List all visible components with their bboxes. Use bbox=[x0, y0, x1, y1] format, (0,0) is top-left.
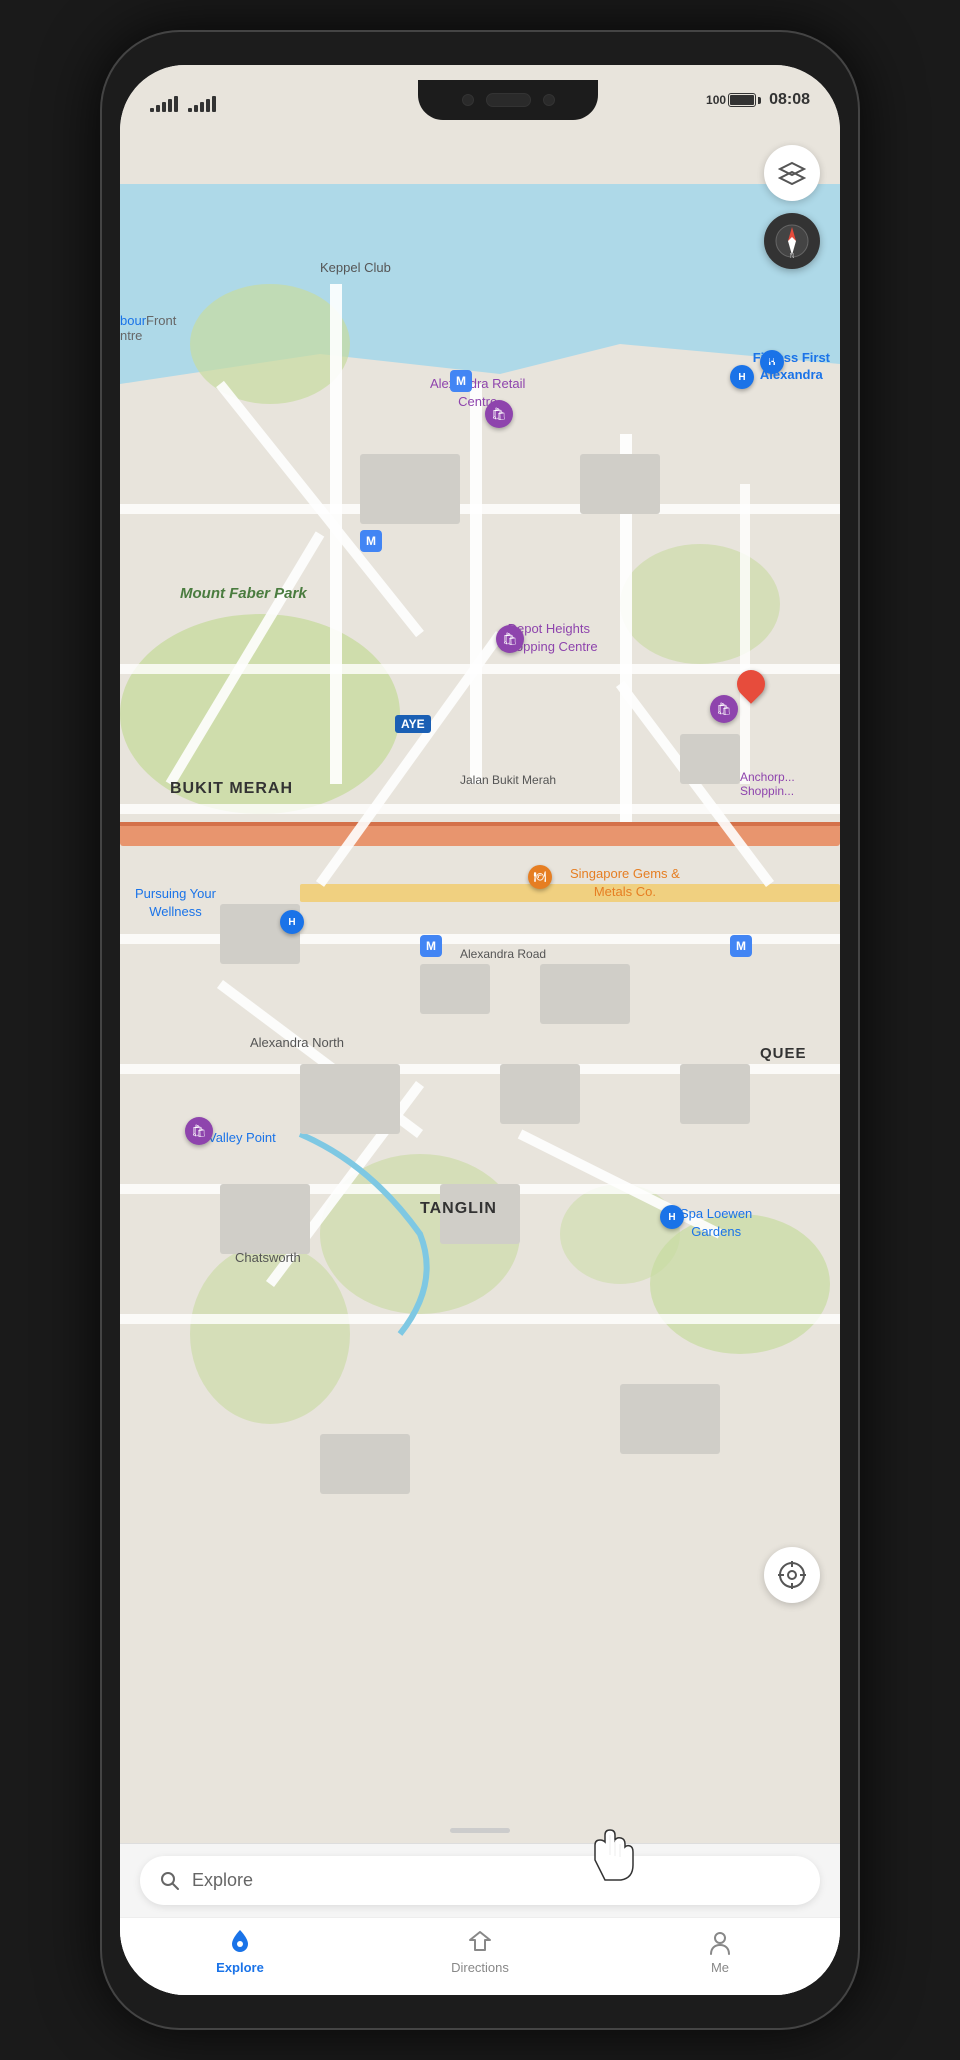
location-button[interactable] bbox=[764, 1547, 820, 1603]
label-aye-highway: AYE bbox=[395, 715, 431, 733]
search-icon bbox=[160, 1871, 180, 1891]
shop-pin-anchorpoint: 🛍 bbox=[710, 695, 738, 723]
battery-icon: 100 bbox=[706, 93, 761, 107]
compass-icon: N bbox=[774, 223, 810, 259]
nav-item-me[interactable]: Me bbox=[660, 1928, 780, 1975]
nav-item-explore[interactable]: Explore bbox=[180, 1928, 300, 1975]
label-fitness-first: Fitness FirstAlexandra bbox=[753, 350, 830, 384]
status-right: 100 08:08 bbox=[706, 91, 810, 109]
map-area[interactable]: Keppel Club bourFront ntre Alexandra Ret… bbox=[120, 65, 840, 1843]
phone-screen: 100 08:08 bbox=[120, 65, 840, 1995]
svg-text:N: N bbox=[789, 253, 794, 259]
search-placeholder: Explore bbox=[192, 1870, 253, 1891]
bottom-panel: Explore Explore Directions bbox=[120, 1843, 840, 1995]
shop-pin-valley-point: 🛍 bbox=[185, 1117, 213, 1145]
transit-pin-3: M bbox=[420, 935, 442, 957]
explore-icon bbox=[226, 1928, 254, 1956]
layers-button[interactable] bbox=[764, 145, 820, 201]
signal-bars-1 bbox=[150, 96, 178, 112]
transit-pin-2: M bbox=[360, 530, 382, 552]
transit-pin-1: M bbox=[450, 370, 472, 392]
shop-pin-alexandra: 🛍 bbox=[485, 400, 513, 428]
nav-item-directions[interactable]: Directions bbox=[420, 1928, 540, 1975]
camera-notch bbox=[418, 80, 598, 120]
nav-label-explore: Explore bbox=[216, 1960, 264, 1975]
battery-level: 100 bbox=[706, 93, 726, 107]
camera-dot bbox=[462, 94, 474, 106]
bottom-nav: Explore Directions Me bbox=[120, 1917, 840, 1995]
clock-time: 08:08 bbox=[769, 91, 810, 109]
location-icon bbox=[777, 1560, 807, 1590]
directions-icon bbox=[466, 1928, 494, 1956]
shop-pin-depot: 🛍 bbox=[496, 625, 524, 653]
camera-dot-2 bbox=[543, 94, 555, 106]
layers-icon bbox=[778, 161, 806, 185]
nav-label-directions: Directions bbox=[451, 1960, 509, 1975]
gym-pin-spa: H bbox=[660, 1205, 684, 1229]
drag-handle[interactable] bbox=[450, 1828, 510, 1833]
nav-label-me: Me bbox=[711, 1960, 729, 1975]
restaurant-pin-gems: 🍽 bbox=[528, 865, 552, 889]
compass-button[interactable]: N bbox=[764, 213, 820, 269]
me-icon bbox=[706, 1928, 734, 1956]
transit-pin-4: M bbox=[730, 935, 752, 957]
signal-indicators bbox=[150, 88, 310, 112]
signal-bars-2 bbox=[188, 96, 216, 112]
gym-pin-fitness-first: H bbox=[730, 365, 754, 389]
phone-device: 100 08:08 bbox=[100, 30, 860, 2030]
camera-lens bbox=[486, 93, 531, 107]
status-bar: 100 08:08 bbox=[120, 65, 840, 125]
search-bar[interactable]: Explore bbox=[140, 1856, 820, 1905]
gym-pin-wellness: H bbox=[280, 910, 304, 934]
